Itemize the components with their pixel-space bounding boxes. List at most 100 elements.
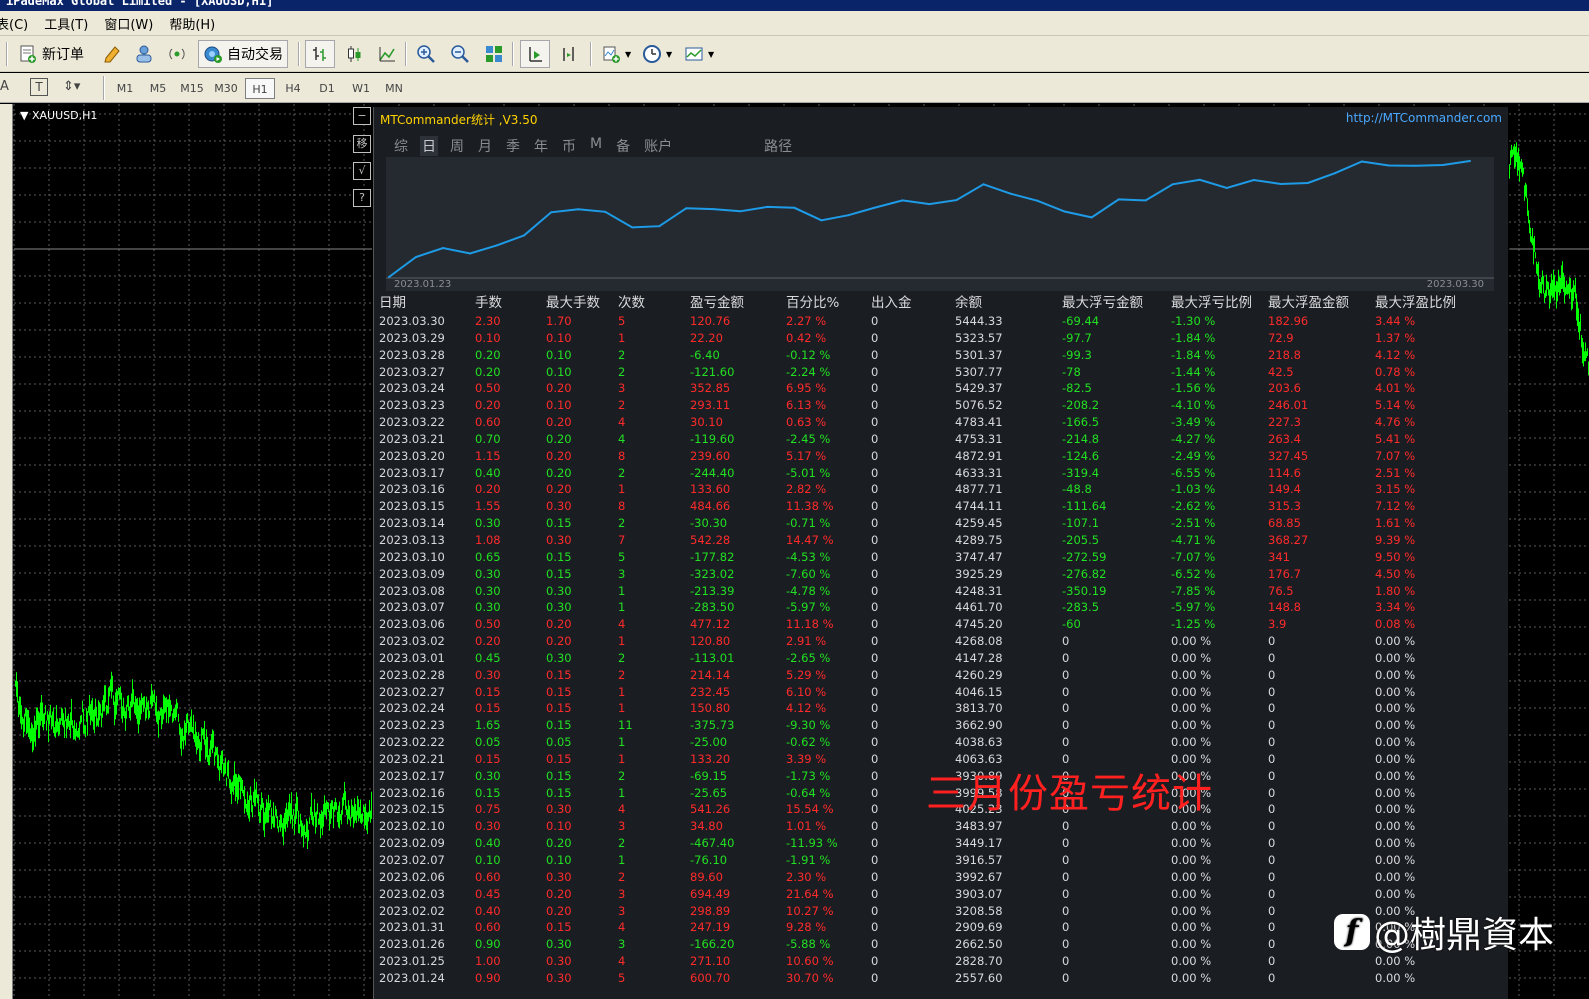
table-row[interactable]: 2023.02.24 0.15 0.15 1 150.80 4.12 % 0 3813.70 0… (379, 700, 1504, 717)
table-row[interactable]: 2023.02.09 0.40 0.20 2 -467.40 -11.93 % 0 3449.… (379, 835, 1504, 852)
bar-chart-button[interactable] (305, 40, 335, 68)
column-header[interactable]: 最大浮盈比例 (1375, 293, 1504, 313)
panel-move-button[interactable]: 移 (353, 135, 371, 153)
menu-item-help[interactable]: 帮助(H) (169, 14, 215, 33)
column-header[interactable]: 出入金 (871, 293, 955, 313)
table-row[interactable]: 2023.02.27 0.15 0.15 1 232.45 6.10 % 0 4046.15 0… (379, 684, 1504, 701)
tab-yearly[interactable]: 年 (532, 136, 550, 156)
table-row[interactable]: 2023.03.23 0.20 0.10 2 293.11 6.13 % 0 5076.52 -… (379, 397, 1504, 414)
auto-trading-button[interactable]: 自动交易 (198, 40, 288, 68)
table-row[interactable]: 2023.02.28 0.30 0.15 2 214.14 5.29 % 0 4260.29 0… (379, 667, 1504, 684)
table-row[interactable]: 2023.02.23 1.65 0.15 11 -375.73 -9.30 % 0 3662.… (379, 717, 1504, 734)
zoom-out-button[interactable] (446, 40, 474, 68)
timeframe-m15[interactable]: M15 (177, 78, 207, 99)
candlestick-button[interactable] (340, 40, 368, 68)
table-row[interactable]: 2023.03.17 0.40 0.20 2 -244.40 -5.01 % 0 4633.3… (379, 465, 1504, 482)
table-cell: -4.53 % (786, 549, 831, 564)
table-row[interactable]: 2023.03.07 0.30 0.30 1 -283.50 -5.97 % 0 4461.7… (379, 599, 1504, 616)
timeframe-m5[interactable]: M5 (143, 78, 173, 99)
line-chart-button[interactable] (373, 40, 401, 68)
column-header[interactable]: 百分比% (786, 293, 871, 313)
panel-website-link[interactable]: http://MTCommander.com (1346, 111, 1502, 125)
table-row[interactable]: 2023.03.22 0.60 0.20 4 30.10 0.63 % 0 4783.41 -1… (379, 414, 1504, 431)
terminal-button[interactable] (130, 40, 158, 68)
timeframe-mn[interactable]: MN (379, 78, 409, 99)
column-header[interactable]: 最大浮亏比例 (1171, 293, 1268, 313)
timeframe-h1[interactable]: H1 (245, 78, 275, 99)
tab-monthly[interactable]: 月 (476, 136, 494, 156)
new-order-button[interactable]: 新订单 (14, 40, 88, 68)
table-row[interactable]: 2023.03.01 0.45 0.30 2 -113.01 -2.65 % 0 4147.2… (379, 650, 1504, 667)
panel-help-button[interactable]: ? (353, 189, 371, 207)
column-header[interactable]: 最大手数 (546, 293, 618, 313)
table-row[interactable]: 2023.03.08 0.30 0.30 1 -213.39 -4.78 % 0 4248.3… (379, 583, 1504, 600)
equity-point (901, 199, 904, 202)
text-tool-icon[interactable]: A (0, 79, 9, 94)
table-row[interactable]: 2023.03.14 0.30 0.15 2 -30.30 -0.71 % 0 4259.45… (379, 515, 1504, 532)
tab-path[interactable]: 路径 (762, 136, 794, 156)
table-row[interactable]: 2023.02.06 0.60 0.30 2 89.60 2.30 % 0 3992.67 0 0… (379, 869, 1504, 886)
tab-summary[interactable]: 综 (392, 136, 410, 156)
table-cell: 0.10 (475, 330, 501, 345)
table-row[interactable]: 2023.03.28 0.20 0.10 2 -6.40 -0.12 % 0 5301.37 -… (379, 347, 1504, 364)
tile-windows-button[interactable] (480, 40, 508, 68)
column-header[interactable]: 次数 (618, 293, 690, 313)
templates-button[interactable]: ▼ (680, 40, 718, 68)
table-row[interactable]: 2023.03.15 1.55 0.30 8 484.66 11.38 % 0 4744.11… (379, 498, 1504, 515)
table-row[interactable]: 2023.03.09 0.30 0.15 3 -323.02 -7.60 % 0 3925.2… (379, 566, 1504, 583)
table-cell: 0 (1268, 650, 1276, 665)
table-row[interactable]: 2023.02.10 0.30 0.10 3 34.80 1.01 % 0 3483.97 0 0… (379, 818, 1504, 835)
table-cell: 0.20 (546, 617, 572, 632)
tab-magic[interactable]: M (588, 136, 604, 156)
tab-currency[interactable]: 币 (560, 136, 578, 156)
table-row[interactable]: 2023.03.29 0.10 0.10 1 22.20 0.42 % 0 5323.57 -9… (379, 330, 1504, 347)
table-row[interactable]: 2023.03.24 0.50 0.20 3 352.85 6.95 % 0 5429.37 -… (379, 380, 1504, 397)
table-row[interactable]: 2023.01.24 0.90 0.30 5 600.70 30.70 % 0 2557.60… (379, 970, 1504, 987)
table-row[interactable]: 2023.03.13 1.08 0.30 7 542.28 14.47 % 0 4289.75… (379, 532, 1504, 549)
auto-scroll-button[interactable] (520, 40, 550, 68)
table-row[interactable]: 2023.03.16 0.20 0.20 1 133.60 2.82 % 0 4877.71 -… (379, 481, 1504, 498)
timeframe-w1[interactable]: W1 (346, 78, 376, 99)
table-row[interactable]: 2023.03.02 0.20 0.20 1 120.80 2.91 % 0 4268.08 0… (379, 633, 1504, 650)
table-cell: 4783.41 (955, 415, 1003, 430)
table-row[interactable]: 2023.03.30 2.30 1.70 5 120.76 2.27 % 0 5444.33 -… (379, 313, 1504, 330)
column-header[interactable]: 盈亏金额 (690, 293, 786, 313)
column-header[interactable]: 日期 (379, 293, 475, 313)
timeframe-m1[interactable]: M1 (110, 78, 140, 99)
column-header[interactable]: 最大浮亏金额 (1062, 293, 1171, 313)
column-header[interactable]: 最大浮盈金额 (1268, 293, 1375, 313)
menu-item-tools[interactable]: 工具(T) (44, 14, 88, 33)
timeframe-d1[interactable]: D1 (312, 78, 342, 99)
timeframe-h4[interactable]: H4 (278, 78, 308, 99)
panel-check-button[interactable]: √ (353, 162, 371, 180)
table-row[interactable]: 2023.03.27 0.20 0.10 2 -121.60 -2.24 % 0 5307.7… (379, 364, 1504, 381)
table-cell: 0 (1062, 903, 1070, 918)
table-row[interactable]: 2023.03.06 0.50 0.20 4 477.12 11.18 % 0 4745.20… (379, 616, 1504, 633)
zoom-in-button[interactable] (412, 40, 440, 68)
table-row[interactable]: 2023.02.22 0.05 0.05 1 -25.00 -0.62 % 0 4038.63… (379, 734, 1504, 751)
text-label-icon[interactable]: T (30, 78, 48, 96)
indicators-button[interactable]: ▼ (597, 40, 635, 68)
tab-account[interactable]: 账户 (642, 136, 674, 156)
table-row[interactable]: 2023.02.03 0.45 0.20 3 694.49 21.64 % 0 3903.07… (379, 886, 1504, 903)
panel-minimize-button[interactable]: − (353, 107, 371, 125)
column-header[interactable]: 余额 (955, 293, 1062, 313)
menu-item-chart[interactable]: 表(C) (0, 14, 28, 33)
table-row[interactable]: 2023.03.21 0.70 0.20 4 -119.60 -2.45 % 0 4753.3… (379, 431, 1504, 448)
table-row[interactable]: 2023.02.07 0.10 0.10 1 -76.10 -1.91 % 0 3916.57… (379, 852, 1504, 869)
signals-button[interactable] (163, 40, 191, 68)
periods-button[interactable]: ▼ (638, 40, 676, 68)
tab-quarterly[interactable]: 季 (504, 136, 522, 156)
metaeditor-button[interactable] (98, 40, 126, 68)
tab-daily[interactable]: 日 (420, 136, 438, 156)
timeframe-m30[interactable]: M30 (211, 78, 241, 99)
tab-backup[interactable]: 备 (614, 136, 632, 156)
table-row[interactable]: 2023.03.10 0.65 0.15 5 -177.82 -4.53 % 0 3747.4… (379, 549, 1504, 566)
menu-item-window[interactable]: 窗口(W) (104, 14, 153, 33)
column-header[interactable]: 手数 (475, 293, 546, 313)
arrows-icon[interactable]: ⇕▾ (63, 79, 80, 94)
chart-shift-button[interactable] (556, 40, 584, 68)
tab-weekly[interactable]: 周 (448, 136, 466, 156)
table-row[interactable]: 2023.03.20 1.15 0.20 8 239.60 5.17 % 0 4872.91 -… (379, 448, 1504, 465)
table-cell: 1.80 % (1375, 583, 1416, 598)
